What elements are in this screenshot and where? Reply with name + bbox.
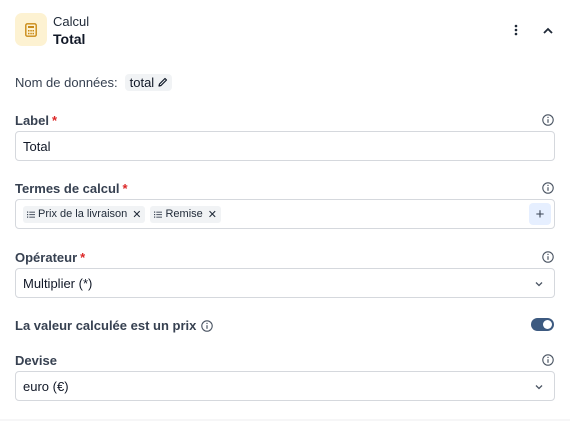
chevron-down-icon (535, 385, 543, 390)
info-icon[interactable] (542, 354, 554, 366)
pencil-icon[interactable] (158, 77, 168, 87)
collapse-button[interactable] (539, 21, 557, 39)
currency-select-value: euro (€) (23, 378, 69, 394)
chevron-down-icon (535, 282, 543, 287)
more-vertical-icon (514, 24, 518, 36)
operator-select-value: Multiplier (*) (23, 275, 93, 291)
label-input[interactable]: Total (15, 131, 555, 161)
info-icon[interactable] (542, 182, 554, 194)
price-toggle-label: La valeur calculée est un prix (15, 318, 214, 333)
info-icon[interactable] (542, 251, 554, 263)
required-mark: * (80, 250, 86, 265)
terms-input[interactable]: Prix de la livraison ✕ Remise ✕ + (15, 199, 555, 229)
info-icon[interactable] (201, 319, 214, 332)
calculator-badge (15, 13, 47, 46)
term-chip: Prix de la livraison ✕ (23, 205, 146, 223)
list-icon (154, 211, 163, 218)
terms-field-label: Termes de calcul * (15, 181, 128, 196)
term-chip-label: Prix de la livraison (38, 208, 128, 220)
currency-field-label-text: Devise (15, 353, 57, 368)
data-name-label: Nom de données: (15, 74, 118, 90)
field-header: Calcul Total (15, 13, 557, 49)
terms-field-label-text: Termes de calcul (15, 181, 120, 196)
currency-field-label: Devise (15, 353, 57, 368)
operator-field-label: Opérateur * (15, 250, 85, 265)
operator-select[interactable]: Multiplier (*) (15, 268, 555, 298)
info-icon[interactable] (542, 114, 554, 126)
term-chip-label: Remise (165, 208, 203, 220)
field-type-label: Calcul (53, 14, 90, 29)
label-field-label-text: Label (15, 113, 49, 128)
price-toggle-label-text: La valeur calculée est un prix (15, 318, 197, 333)
required-mark: * (51, 113, 58, 128)
header-actions (507, 21, 557, 39)
required-mark: * (122, 181, 128, 196)
data-name-row: Nom de données: total (15, 73, 173, 91)
label-input-value: Total (23, 138, 51, 154)
data-name-chip[interactable]: total (124, 73, 173, 91)
more-options-button[interactable] (507, 21, 525, 39)
price-toggle[interactable] (531, 318, 554, 331)
toggle-knob (543, 320, 552, 329)
term-chip: Remise ✕ (150, 205, 221, 223)
field-title: Total (53, 31, 86, 47)
calculator-icon (25, 22, 37, 37)
remove-chip-icon[interactable]: ✕ (132, 208, 141, 221)
chevron-up-icon (543, 27, 553, 34)
currency-select[interactable]: euro (€) (15, 371, 555, 401)
remove-chip-icon[interactable]: ✕ (208, 208, 217, 221)
data-name-value: total (129, 74, 155, 90)
label-field-label: Label * (15, 113, 57, 128)
list-icon (27, 211, 35, 218)
operator-field-label-text: Opérateur (15, 250, 78, 265)
add-term-button[interactable]: + (529, 203, 551, 225)
